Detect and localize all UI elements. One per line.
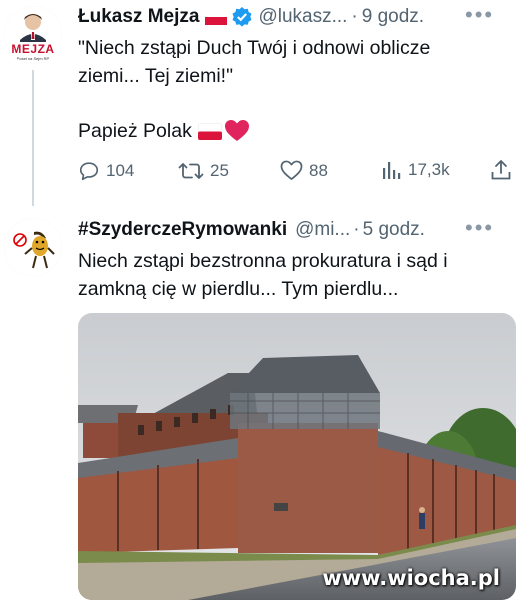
avatar-brand-text: MEJZA xyxy=(11,42,55,56)
more-options-icon[interactable]: ••• xyxy=(465,2,494,28)
verified-badge-icon xyxy=(232,7,252,27)
tweet2-text-line2: zamkną cię w pierdlu... Tym pierdlu... xyxy=(78,278,399,300)
tweet2-header: #SzyderczeRymowanki @mi... · 5 godz. xyxy=(78,219,425,241)
tweet1-text-line2: ziemi... Tej ziemi!" xyxy=(78,65,234,87)
separator-dot: · xyxy=(353,219,360,240)
retweet-count: 25 xyxy=(210,161,229,180)
avatar-subtext: Poseł na Sejm RP xyxy=(16,56,50,61)
thread-connector-line xyxy=(32,70,34,206)
avatar-character-drawing xyxy=(4,218,62,276)
like-count: 88 xyxy=(309,160,328,180)
retweet-icon xyxy=(178,163,204,179)
tweet-media-photo[interactable]: www.wiocha.pl xyxy=(78,313,516,600)
tweet-timestamp[interactable]: 5 godz. xyxy=(363,219,425,241)
tweet1-text-line3: Papież Polak xyxy=(78,117,249,145)
display-name[interactable]: #SzyderczeRymowanki xyxy=(78,219,287,241)
user-avatar-mejza[interactable]: MEJZA Poseł na Sejm RP xyxy=(4,6,62,64)
retweet-button[interactable]: 25 xyxy=(178,160,229,182)
separator-dot: · xyxy=(351,6,358,27)
prison-wall-image xyxy=(78,313,516,600)
tweet1-text-papiez: Papież Polak xyxy=(78,120,192,142)
poland-flag-emoji-icon xyxy=(197,122,222,140)
like-button[interactable]: 88 xyxy=(280,160,328,181)
views-chart-icon xyxy=(383,162,401,179)
display-name[interactable]: Łukasz Mejza xyxy=(78,6,199,28)
tweet1-header: Łukasz Mejza @lukasz... · 9 godz. xyxy=(78,6,424,28)
red-heart-emoji-icon xyxy=(224,120,249,142)
views-button[interactable]: 17,3k xyxy=(382,160,450,180)
poland-flag-icon xyxy=(205,9,228,25)
tweet2-text-line1: Niech zstąpi bezstronna prokuratura i są… xyxy=(78,250,448,272)
tweet1-text-line1: "Niech zstąpi Duch Twój i odnowi oblicze xyxy=(78,37,431,59)
user-handle[interactable]: @mi... xyxy=(295,219,350,241)
reply-icon xyxy=(79,162,99,181)
views-count: 17,3k xyxy=(408,160,450,179)
heart-icon xyxy=(280,160,303,180)
tweet-timestamp[interactable]: 9 godz. xyxy=(362,6,424,28)
user-handle[interactable]: @lukasz... xyxy=(258,6,347,28)
share-button[interactable] xyxy=(490,159,517,181)
share-icon xyxy=(491,160,511,180)
user-avatar-szydercze[interactable] xyxy=(4,218,62,276)
reply-count: 104 xyxy=(106,161,135,180)
watermark-text: www.wiocha.pl xyxy=(322,566,500,590)
more-options-icon[interactable]: ••• xyxy=(465,215,494,241)
reply-button[interactable]: 104 xyxy=(78,160,134,182)
